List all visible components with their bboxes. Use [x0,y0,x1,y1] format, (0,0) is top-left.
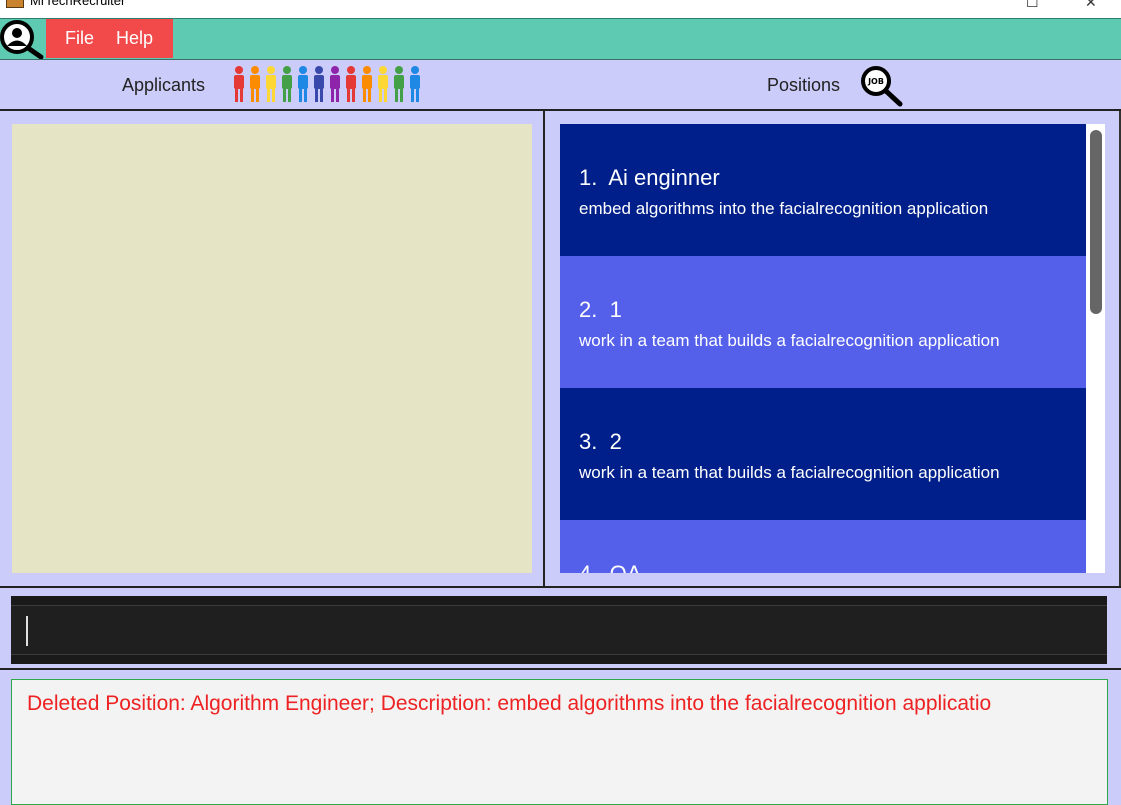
person-figure [298,66,308,102]
window-title: MrTechRecruiter [30,0,126,8]
command-input[interactable] [11,596,1107,664]
position-description: work in a team that builds a facialrecog… [579,463,1000,482]
position-title: 2. 1 [579,297,622,322]
maximize-icon[interactable]: ☐ [1026,0,1039,11]
person-figure [314,66,324,102]
job-search-icon: JOB [861,66,903,107]
person-figure [394,66,404,102]
recruiter-logo-icon [0,20,44,59]
menu-help[interactable]: Help [116,28,153,49]
text-cursor [26,616,28,646]
position-title: 3. 2 [579,429,622,454]
job-badge-text: JOB [867,77,884,86]
app-icon [6,0,24,8]
person-figure [234,66,244,102]
position-card[interactable]: 2. 1 work in a team that builds a facial… [560,256,1086,388]
person-figure [346,66,356,102]
applicants-header: Applicants [122,75,206,95]
list-header-bar: Applicants Positions JOB [0,60,1121,111]
scrollbar-thumb[interactable] [1090,130,1102,314]
close-icon[interactable]: ✕ [1085,0,1097,11]
person-figure [410,66,420,102]
main-panels: 1. Ai enginner embed algorithms into the… [0,111,1121,588]
position-title: 4. QA [579,561,641,573]
result-area: Deleted Position: Algorithm Engineer; De… [0,670,1121,805]
command-area [0,588,1121,670]
people-group-icon [234,66,420,102]
person-figure [250,66,260,102]
position-card[interactable]: 3. 2 work in a team that builds a facial… [560,388,1086,520]
result-display[interactable]: Deleted Position: Algorithm Engineer; De… [11,679,1108,805]
result-message: Deleted Position: Algorithm Engineer; De… [27,692,992,715]
person-figure [282,66,292,102]
person-figure [378,66,388,102]
position-description: work in a team that builds a facialrecog… [579,331,1000,350]
position-card[interactable]: 4. QA [560,520,1086,573]
position-title: 1. Ai enginner [579,165,720,190]
position-description: embed algorithms into the facialrecognit… [579,199,989,218]
menu-area: File Help [46,19,173,58]
applicant-list[interactable] [12,124,532,573]
position-list[interactable]: 1. Ai enginner embed algorithms into the… [560,124,1105,573]
applicants-panel [0,111,545,586]
position-card[interactable]: 1. Ai enginner embed algorithms into the… [560,124,1086,256]
command-input-field[interactable] [11,605,1107,655]
positions-header: Positions [767,75,841,95]
person-figure [266,66,276,102]
menu-file[interactable]: File [65,28,94,49]
person-figure [330,66,340,102]
positions-panel: 1. Ai enginner embed algorithms into the… [547,111,1121,586]
person-figure [362,66,372,102]
window-title-bar: MrTechRecruiter ☐ ✕ [0,0,1121,18]
